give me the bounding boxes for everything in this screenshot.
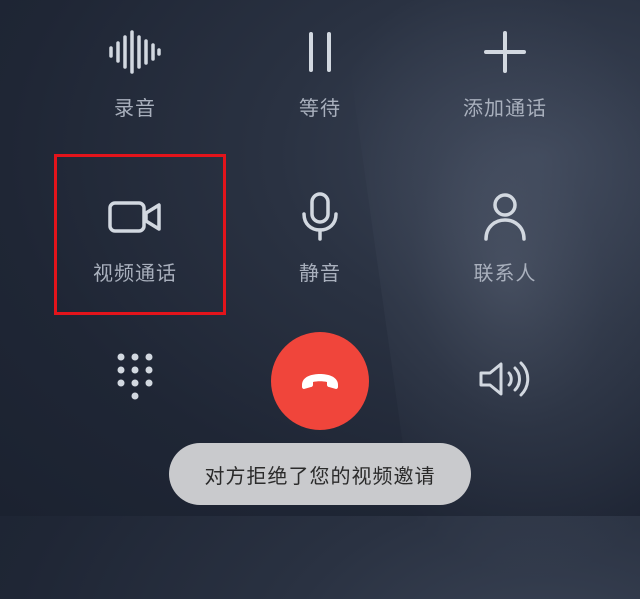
pause-icon	[288, 20, 352, 84]
video-call-button[interactable]: 视频通话	[43, 185, 227, 325]
hold-button[interactable]: 等待	[228, 20, 412, 160]
record-button[interactable]: 录音	[43, 20, 227, 160]
add-call-label: 添加通话	[463, 96, 547, 120]
contacts-label: 联系人	[473, 261, 537, 285]
person-icon	[473, 185, 537, 249]
mute-label: 静音	[299, 261, 341, 285]
hold-label: 等待	[299, 96, 341, 120]
record-label: 录音	[114, 96, 156, 120]
add-call-button[interactable]: 添加通话	[413, 20, 597, 160]
speaker-icon	[473, 347, 537, 411]
microphone-icon	[288, 185, 352, 249]
dialpad-button[interactable]	[43, 347, 227, 411]
video-camera-icon	[103, 185, 167, 249]
plus-icon	[473, 20, 537, 84]
waveform-icon	[103, 20, 167, 84]
toast-text: 对方拒绝了您的视频邀请	[204, 463, 436, 488]
speaker-button[interactable]	[413, 347, 597, 411]
phone-hangup-icon	[298, 371, 342, 391]
hangup-button[interactable]	[271, 332, 369, 430]
toast-message: 对方拒绝了您的视频邀请	[169, 443, 471, 505]
mute-button[interactable]: 静音	[228, 185, 412, 325]
dialpad-icon	[103, 347, 167, 411]
video-call-label: 视频通话	[93, 261, 177, 285]
contacts-button[interactable]: 联系人	[413, 185, 597, 325]
